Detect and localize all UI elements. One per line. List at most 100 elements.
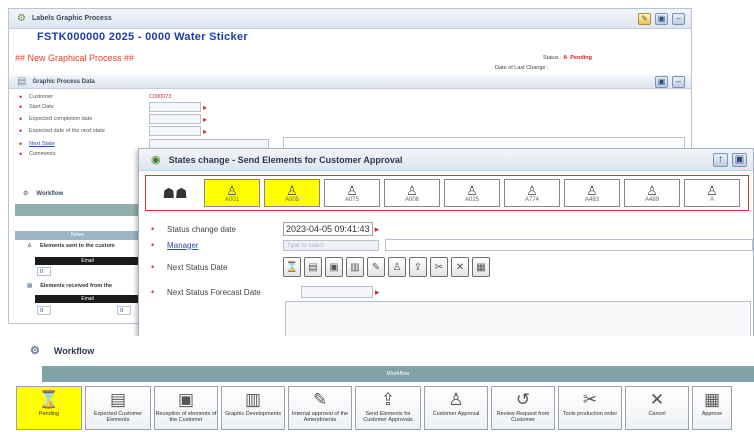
manager-name-field[interactable]: [385, 239, 753, 251]
wf-pending-button[interactable]: ⌛ Pending: [16, 386, 82, 430]
books-icon[interactable]: ▥: [346, 257, 364, 277]
cancel-icon[interactable]: ✕: [451, 257, 469, 277]
received-icon: ▤: [27, 283, 33, 289]
wf-review-request-button[interactable]: ↺ Review Request from Customer: [491, 386, 555, 430]
next-status-date-label: Next Status Date: [167, 262, 228, 272]
tag-icon[interactable]: ✎: [638, 12, 651, 25]
next-status-forecast-input[interactable]: [301, 286, 373, 298]
wf-review-label: Review Request from Customer: [496, 411, 550, 423]
status-button-5[interactable]: ♙ A025: [444, 179, 500, 207]
wf-customer-approval-label: Customer Approval: [432, 411, 480, 417]
status-button-2[interactable]: ♙ A005: [264, 179, 320, 207]
save-icon[interactable]: ▣: [655, 75, 668, 88]
monitor-icon[interactable]: ▣: [325, 257, 343, 277]
status-button-8[interactable]: ♙ A489: [624, 179, 680, 207]
wf-graphic-developments-button[interactable]: ▥ Graphic Developments: [221, 386, 285, 430]
expected-next-state-input[interactable]: [149, 126, 201, 136]
books-icon: ▥: [244, 390, 262, 409]
status-code: A774: [524, 196, 539, 203]
received-col-email: Email: [81, 296, 94, 302]
sent-icon: ♙: [27, 243, 32, 249]
workflow-bar-label: Workflow: [386, 371, 410, 377]
dialog-header: ◉ States change - Send Elements for Cust…: [139, 149, 753, 171]
start-date-input[interactable]: [149, 102, 201, 112]
save-icon[interactable]: ▣: [655, 12, 668, 25]
wf-cancel-button[interactable]: ✕ Cancel: [625, 386, 689, 430]
status-change-date-row: • Status change date 2023-04-05 09:41:43…: [151, 222, 379, 236]
bullet-icon: •: [19, 126, 23, 136]
wf-customer-approval-button[interactable]: ♙ Customer Approval: [424, 386, 488, 430]
received-count-2[interactable]: 0: [117, 306, 131, 315]
status-change-date-input[interactable]: 2023-04-05 09:41:43: [283, 222, 373, 236]
calendar-icon[interactable]: ▸: [375, 224, 380, 235]
calendar-icon[interactable]: ▸: [203, 115, 207, 124]
hourglass-icon[interactable]: ⌛: [283, 257, 301, 277]
status-button-9[interactable]: ♙ A: [684, 179, 740, 207]
received-count-1[interactable]: 0: [37, 306, 51, 315]
expected-completion-input[interactable]: [149, 114, 201, 124]
send-icon[interactable]: ⇪: [409, 257, 427, 277]
minimize-icon[interactable]: –: [672, 75, 685, 88]
workflow-title: Workflow: [53, 345, 95, 356]
calendar-icon[interactable]: ▸: [375, 287, 380, 298]
calendar-icon[interactable]: ▸: [203, 103, 207, 112]
status-code: A006: [404, 196, 419, 203]
globe-icon: ◉: [151, 154, 161, 166]
expected-next-state-row: • Expected date of the next state ▸: [19, 126, 207, 136]
wf-cancel-label: Cancel: [648, 411, 666, 417]
bullet-icon: •: [151, 240, 155, 250]
document-icon[interactable]: ▤: [304, 257, 322, 277]
person-icon[interactable]: ♙: [388, 257, 406, 277]
tools-icon[interactable]: ✂: [430, 257, 448, 277]
status-code: A489: [644, 196, 659, 203]
status-button-1[interactable]: ♙ A001: [204, 179, 260, 207]
back-workflow-bar: [15, 204, 140, 216]
bullet-icon: •: [19, 149, 23, 159]
wf-internal-approval-button[interactable]: ✎ Internal approval of the Amendments: [288, 386, 352, 430]
approve-icon[interactable]: ▦: [472, 257, 490, 277]
bullet-icon: •: [151, 262, 155, 272]
status-button-6[interactable]: ♙ A774: [504, 179, 560, 207]
workflow-bar: Workflow: [42, 366, 754, 382]
monitor-icon: ▣: [177, 390, 195, 409]
wf-approve-button[interactable]: ▦ Approve: [692, 386, 732, 430]
status-value: Pending: [570, 55, 592, 61]
next-state-link[interactable]: Next State: [29, 141, 149, 147]
status-change-date-label: Status change date: [167, 224, 236, 234]
wf-expected-customer-elements-button[interactable]: ▤ Expected Customer Elements: [85, 386, 151, 430]
status-line: Status : A Pending: [543, 55, 592, 61]
dialog-title: States change - Send Elements for Custom…: [168, 154, 403, 165]
wf-reception-button[interactable]: ▣ Reception of elements of the Customer: [154, 386, 218, 430]
approval-icon[interactable]: ✎: [367, 257, 385, 277]
wf-send-label: Send Elements for Customer Approvals: [363, 411, 413, 423]
person-icon: ♙: [226, 182, 238, 198]
save-icon[interactable]: ▣: [732, 152, 747, 167]
sent-count[interactable]: 0: [37, 267, 51, 276]
customer-label: Customer: [29, 94, 53, 100]
section-header: ▤ Graphic Process Data ▣ –: [9, 75, 691, 89]
bullet-icon: •: [151, 224, 155, 234]
status-button-4[interactable]: ♙ A006: [384, 179, 440, 207]
process-code: FSTK000000 2025 - 0000 Water Sticker: [37, 31, 248, 43]
status-button-7[interactable]: ♙ A483: [564, 179, 620, 207]
manager-link[interactable]: Manager: [167, 241, 283, 250]
tools-icon: ✂: [582, 390, 598, 409]
window-header: ⚙ Labels Graphic Process ✎ ▣ –: [9, 9, 691, 29]
review-icon: ↺: [515, 390, 531, 409]
sent-col-email: Email: [81, 258, 94, 264]
received-title: Elements received from the: [40, 283, 113, 289]
start-date-row: • Start Date ▸: [19, 102, 207, 112]
calendar-icon[interactable]: ▸: [203, 127, 207, 136]
bullet-icon: •: [19, 139, 23, 149]
minimize-icon[interactable]: –: [672, 12, 685, 25]
workflow-panel: ⚙ Workflow Workflow ⌛ Pending ▤ Expected C…: [0, 336, 754, 432]
customer-value[interactable]: C000073: [149, 94, 171, 100]
customer-row: • Customer C000073: [19, 92, 171, 102]
wf-tools-production-button[interactable]: ✂ Tools production order: [558, 386, 622, 430]
up-arrow-icon[interactable]: ↑: [713, 152, 728, 167]
status-button-3[interactable]: ♙ A075: [324, 179, 380, 207]
wf-send-elements-button[interactable]: ⇪ Send Elements for Customer Approvals: [355, 386, 421, 430]
manager-input[interactable]: Type to select: [283, 239, 379, 251]
wf-tools-label: Tools production order: [562, 411, 618, 417]
wf-internal-label: Internal approval of the Amendments: [291, 411, 349, 423]
